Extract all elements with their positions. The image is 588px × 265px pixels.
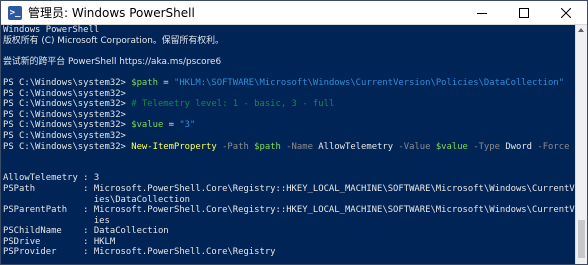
powershell-window: >_ 管理员: Windows PowerShell Windows Power… — [0, 0, 588, 265]
console-text-output: PS C:\Windows\system32> — [3, 77, 132, 88]
maximize-button[interactable] — [503, 1, 545, 24]
minimize-button[interactable] — [461, 1, 503, 24]
console-text-output: PS C:\Windows\system32> — [3, 120, 132, 131]
console-text-output: Windows PowerShell — [3, 25, 100, 35]
console-text-output: PS C:\Windows\system32> — [3, 99, 132, 110]
console-text-par: -Path — [216, 141, 255, 152]
console-text-var: $value — [435, 141, 468, 152]
window-title: 管理员: Windows PowerShell — [28, 6, 195, 20]
console-text-str: "HKLM:\SOFTWARE\Microsoft\Windows\Curren… — [174, 77, 565, 88]
console-text-var: $value — [131, 120, 164, 131]
console-line: PS C:\Windows\system32> # Telemetry leve… — [3, 99, 577, 110]
console-line: PSProvider : Microsoft.PowerShell.Core\R… — [3, 247, 577, 258]
console-line: PSParentPath : Microsoft.PowerShell.Core… — [3, 205, 587, 216]
minimize-icon — [477, 12, 487, 14]
close-icon — [561, 7, 571, 18]
console-text-par: -Name — [280, 141, 319, 152]
window-controls — [461, 1, 587, 24]
console-text-output: 版权所有 (C) Microsoft Corporation。保留所有权利。 — [3, 35, 224, 46]
console-text-par: -Type — [467, 141, 506, 152]
console-line: PSPath : Microsoft.PowerShell.Core\Regis… — [3, 184, 587, 195]
console-text-output: PS C:\Windows\system32> — [3, 141, 132, 152]
console-line: PSChildName : DataCollection — [3, 226, 577, 237]
console-text-output: AllowTelemetry : 3 — [3, 173, 100, 184]
console-text-output: PSChildName : DataCollection — [3, 226, 169, 237]
scrollbar-thumb[interactable] — [578, 220, 585, 258]
console-text-output: PSParentPath : Microsoft.PowerShell.Core… — [3, 205, 588, 216]
console-text-cmt: # Telemetry level: 1 - basic, 3 - full — [131, 99, 335, 110]
console-output[interactable]: Windows PowerShell 版权所有 (C) Microsoft Cor… — [1, 25, 587, 264]
console-text-output: PSDrive : HKLM — [3, 236, 116, 247]
maximize-icon — [519, 7, 529, 18]
console-text-output: = — [157, 77, 174, 88]
powershell-icon[interactable]: >_ — [8, 5, 22, 20]
console-line: PS C:\Windows\system32> — [3, 131, 577, 142]
console-line: 尝试新的跨平台 PowerShell https://aka.ms/pscore… — [3, 57, 577, 68]
close-button[interactable] — [545, 1, 587, 24]
console-text-output: PS C:\Windows\system32> — [3, 109, 126, 120]
console-line: PS C:\Windows\system32> $value = "3" — [3, 120, 577, 131]
console-text-val: Dword — [505, 141, 533, 152]
console-line: PS C:\Windows\system32> New-ItemProperty… — [3, 142, 577, 153]
console-text-var: $path — [254, 141, 281, 152]
console-text-output: ies\DataCollection — [3, 194, 191, 205]
console-text-par: -Value — [393, 141, 436, 152]
console-text-output: PS C:\Windows\system32> — [3, 130, 126, 141]
console-line: 版权所有 (C) Microsoft Corporation。保留所有权利。 — [3, 36, 577, 47]
scroll-up-icon[interactable] — [578, 28, 584, 32]
console-line: PS C:\Windows\system32> — [3, 110, 577, 121]
console-line: PSDrive : HKLM — [3, 237, 577, 248]
console-text-output: PS C:\Windows\system32> — [3, 88, 126, 99]
console-line: Windows PowerShell — [3, 25, 577, 36]
console-text-output: ies — [3, 215, 110, 226]
console-text-str: "3" — [179, 120, 196, 131]
title-bar[interactable]: >_ 管理员: Windows PowerShell — [1, 1, 587, 25]
console-line: ies — [3, 216, 577, 227]
console-line: PS C:\Windows\system32> $path = "HKLM:\S… — [3, 78, 577, 89]
console-text-var: $path — [131, 77, 158, 88]
console-text-output: 尝试新的跨平台 PowerShell https://aka.ms/pscore… — [3, 56, 222, 67]
console-text-val: AllowTelemetry — [318, 141, 394, 152]
console-text-output: PSPath : Microsoft.PowerShell.Core\Regis… — [3, 183, 588, 194]
console-text-cmd: New-ItemProperty — [131, 141, 217, 152]
console-line: ies\DataCollection — [3, 195, 577, 206]
console-line: AllowTelemetry : 3 — [3, 173, 577, 184]
console-text-par: -Force — [532, 141, 570, 152]
console-text-output: = — [163, 120, 180, 131]
console-text-output: PSProvider : Microsoft.PowerShell.Core\R… — [3, 247, 276, 258]
vertical-scrollbar[interactable] — [575, 25, 587, 264]
console-line: PS C:\Windows\system32> — [3, 89, 577, 100]
